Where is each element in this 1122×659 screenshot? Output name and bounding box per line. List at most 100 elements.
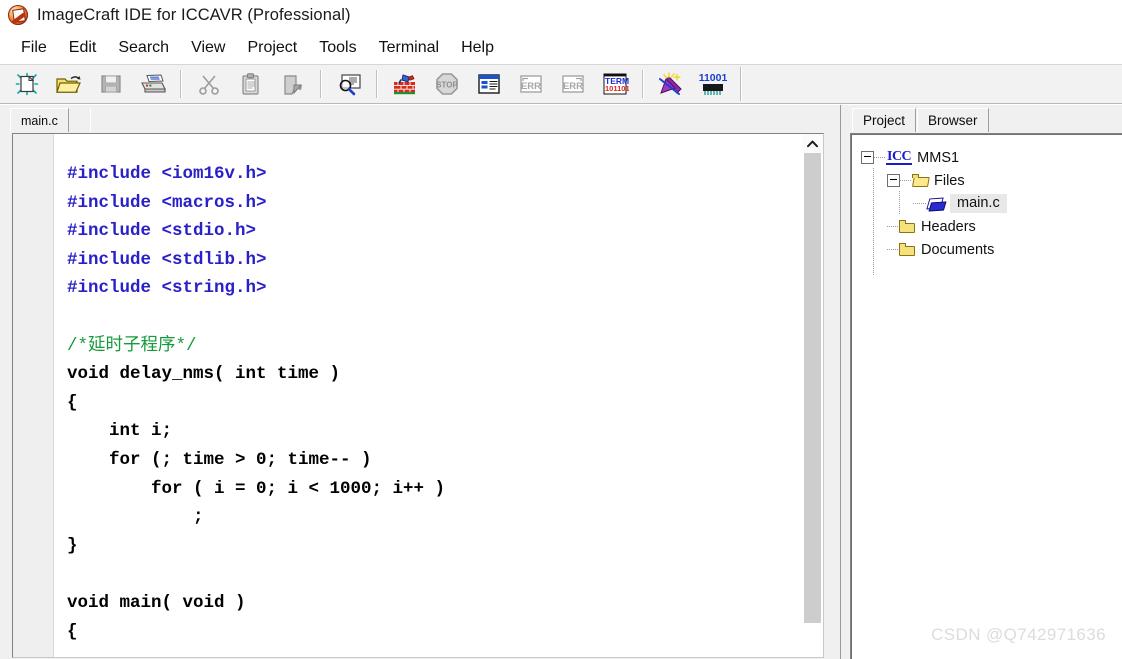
open-file-button[interactable] [50,67,88,101]
code-line: #include <iom16v.h> [67,164,267,184]
paste-button[interactable] [274,67,312,101]
icc-project-icon: ICC [886,149,913,165]
svg-text:101101: 101101 [605,84,629,93]
tree-label-documents: Documents [921,241,995,258]
program-chip-button[interactable]: 11001 [694,67,732,101]
code-line: int i; [67,421,173,442]
code-line: { [67,621,78,642]
menu-edit[interactable]: Edit [58,37,108,60]
code-line: /*延时子程序*/ [67,335,197,356]
project-panel-tabs: Project Browser [841,105,1122,132]
menu-view[interactable]: View [180,37,236,60]
project-tree: ICC MMS1 Files main.c Headers Documents [851,134,1122,276]
imagecraft-logo-icon [8,5,28,25]
open-folder-icon [56,76,81,93]
editor-tabstrip-filler [90,108,834,132]
tree-node-mms1[interactable]: ICC MMS1 [851,146,1122,169]
terminal-button[interactable]: TERM 101101 [596,67,634,101]
cut-button[interactable] [190,67,228,101]
csdn-watermark: CSDN @Q742971636 [931,625,1106,644]
code-line: ; [67,507,204,528]
editor-gutter [13,134,54,657]
wizard-wand-icon [659,72,682,95]
tree-label-mms1: MMS1 [917,149,960,166]
tree-label-files: Files [934,172,965,189]
scrollbar-thumb[interactable] [804,153,821,623]
expander-mms1[interactable] [861,151,874,164]
tree-node-files[interactable]: Files [851,169,1122,192]
stop-build-button[interactable]: STOP [428,67,466,101]
toolbar-separator-4 [642,70,644,98]
code-line: #include <macros.h> [67,192,267,213]
svg-text:STOP: STOP [436,81,458,90]
tree-node-main-c[interactable]: main.c [851,192,1122,215]
editor-frame: #include <iom16v.h> #include <macros.h> … [12,133,824,658]
project-settings-button[interactable] [470,67,508,101]
editor-tab-main-c[interactable]: main.c [10,108,69,132]
svg-text:ERR: ERR [563,81,583,92]
new-file-icon [15,72,39,96]
code-line: #include <stdlib.h> [67,249,267,270]
expander-files[interactable] [887,174,900,187]
save-file-button[interactable] [92,67,130,101]
tree-label-main-c: main.c [950,194,1007,213]
menu-file[interactable]: File [10,37,58,60]
svg-text:11001: 11001 [699,72,728,84]
tree-connector [874,157,886,158]
build-hammer-icon [394,74,415,95]
menu-tools[interactable]: Tools [308,37,367,60]
svg-text:ERR: ERR [521,81,541,92]
prev-error-button[interactable]: ERR [512,67,550,101]
code-line: #include <stdio.h> [67,221,257,242]
editor-vertical-scrollbar[interactable] [801,134,823,657]
code-line: void main( void ) [67,592,246,613]
copy-button[interactable] [232,67,270,101]
tree-connector [887,226,899,227]
build-button[interactable] [386,67,424,101]
code-line: { [67,392,78,413]
tree-label-headers: Headers [921,218,976,235]
menu-project[interactable]: Project [236,37,308,60]
tree-node-headers[interactable]: Headers [851,215,1122,238]
find-button[interactable] [330,67,368,101]
title-bar: ImageCraft IDE for ICCAVR (Professional) [0,0,1122,30]
toolbar-separator-1 [180,70,182,98]
window-title: ImageCraft IDE for ICCAVR (Professional) [37,5,351,24]
folder-closed-icon [899,220,916,233]
folder-open-icon [912,174,930,187]
menu-bar: File Edit Search View Project Tools Term… [0,34,1122,62]
stop-sign-icon: STOP [436,73,458,95]
error-next-icon: ERR [562,75,584,93]
code-text-area[interactable]: #include <iom16v.h> #include <macros.h> … [54,134,802,657]
menu-terminal[interactable]: Terminal [368,37,450,60]
new-file-button[interactable] [8,67,46,101]
app-builder-button[interactable] [652,67,690,101]
next-error-button[interactable]: ERR [554,67,592,101]
project-tree-frame: ICC MMS1 Files main.c Headers Documents [850,133,1122,659]
error-prev-icon: ERR [520,75,542,93]
menu-search[interactable]: Search [107,37,180,60]
folder-closed-icon [899,243,916,256]
terminal-icon: TERM 101101 [603,73,629,95]
print-button[interactable] [134,67,172,101]
project-window-icon [478,74,500,94]
project-panel: Project Browser ICC MMS1 Files main.c He… [840,105,1122,659]
c-source-file-icon [927,197,945,211]
printer-icon [141,74,166,93]
tab-browser-label: Browser [928,113,978,128]
scroll-up-button[interactable] [802,134,823,153]
tab-project-label: Project [863,113,906,128]
imagecraft-ide-window: ImageCraft IDE for ICCAVR (Professional)… [0,0,1122,659]
code-line: for (; time > 0; time-- ) [67,449,372,470]
toolbar-end-separator [740,67,742,101]
source-code[interactable]: #include <iom16v.h> #include <macros.h> … [54,134,802,646]
tab-project[interactable]: Project [852,108,917,132]
paste-icon [284,75,303,95]
toolbar-separator-3 [376,70,378,98]
tab-browser[interactable]: Browser [917,108,989,132]
toolbar-separator-2 [320,70,322,98]
tree-node-documents[interactable]: Documents [851,238,1122,261]
tree-connector [913,203,927,204]
menu-help[interactable]: Help [450,37,505,60]
save-disk-icon [101,75,121,93]
